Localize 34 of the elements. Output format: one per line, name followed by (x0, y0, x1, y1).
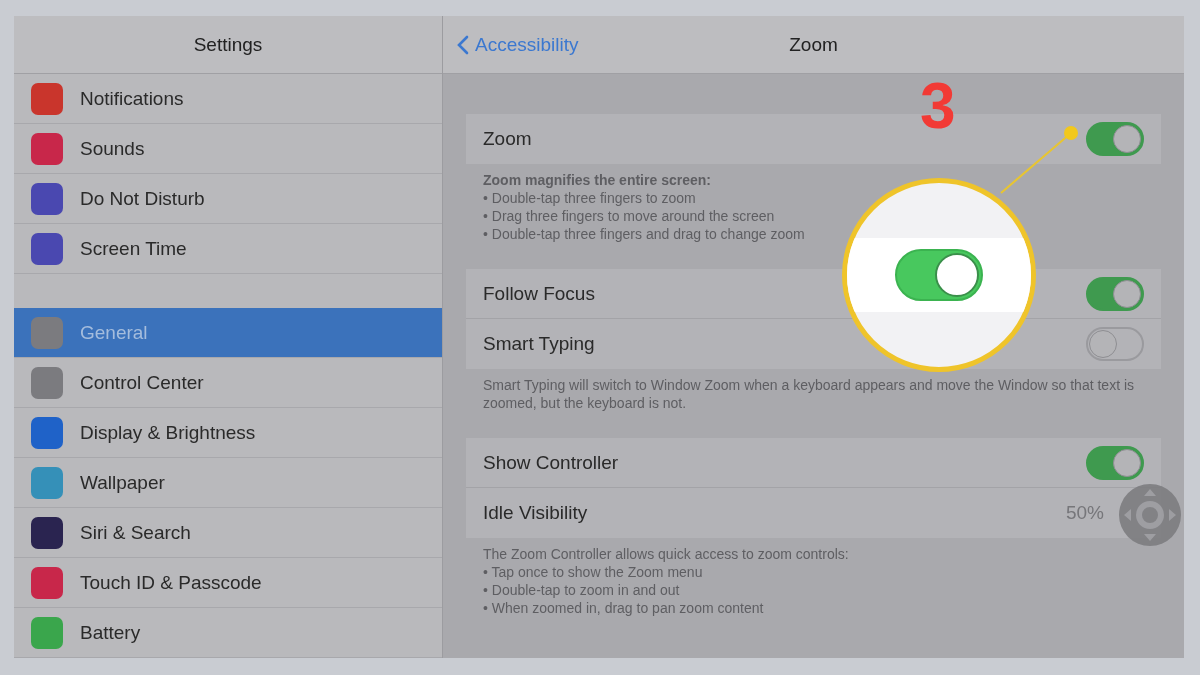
controller-icon[interactable] (1118, 483, 1182, 547)
footnote-bullet: • Tap once to show the Zoom menu (483, 563, 704, 581)
sidebar-item[interactable]: Sounds (14, 124, 442, 174)
sidebar-item[interactable]: Display & Brightness (14, 408, 442, 458)
footnote-bullet: • Double-tap to zoom in and out (483, 581, 681, 599)
page-title: Zoom (789, 33, 838, 56)
setting-label: Smart Typing (483, 333, 595, 355)
sidebar-item[interactable]: Control Center (14, 358, 442, 408)
setting-label: Zoom (483, 128, 532, 150)
toggle-switch[interactable] (1086, 122, 1144, 156)
toggle-switch[interactable] (1086, 445, 1144, 480)
sidebar-item[interactable]: Screen Time (14, 224, 442, 274)
sidebar-item[interactable]: Touch ID & Passcode (14, 558, 442, 608)
sidebar-title: Settings (193, 33, 263, 56)
footnote-bullet: • Double-tap three fingers to zoom (483, 189, 697, 207)
footnote-bullet: • Double-tap three fingers and drag to change zoom (483, 225, 806, 243)
toggle-switch[interactable] (1086, 327, 1144, 361)
setting-label: Show Controller (483, 451, 619, 474)
setting-label: Idle Visibility (483, 502, 588, 524)
setting-label: Follow Focus (483, 282, 595, 305)
step-number: 3 (920, 74, 956, 138)
sidebar-item[interactable]: Wallpaper (14, 458, 442, 508)
footnote-bullet: • Drag three fingers to move around the screen (483, 207, 776, 225)
sidebar-item[interactable]: Notifications (14, 74, 442, 124)
footnote-text: Smart Typing will switch to Window Zoom when a keyboard appears and move the Window so that text is zoomed, but the keyboard is not. (483, 376, 1136, 412)
setting-value: 50% (1065, 502, 1104, 524)
footnote-text: Zoom magnifies the entire screen: (483, 171, 712, 189)
sidebar-item[interactable]: Do Not Disturb (14, 174, 442, 224)
sidebar-item[interactable]: Battery (14, 608, 442, 658)
footnote-bullet: • When zoomed in, drag to pan zoom content (483, 599, 765, 617)
footnote-text: The Zoom Controller allows quick access to zoom controls: (483, 545, 850, 563)
toggle-switch[interactable] (1086, 276, 1144, 311)
sidebar-item[interactable]: Siri & Search (14, 508, 442, 558)
back-chevron-icon (457, 35, 469, 55)
